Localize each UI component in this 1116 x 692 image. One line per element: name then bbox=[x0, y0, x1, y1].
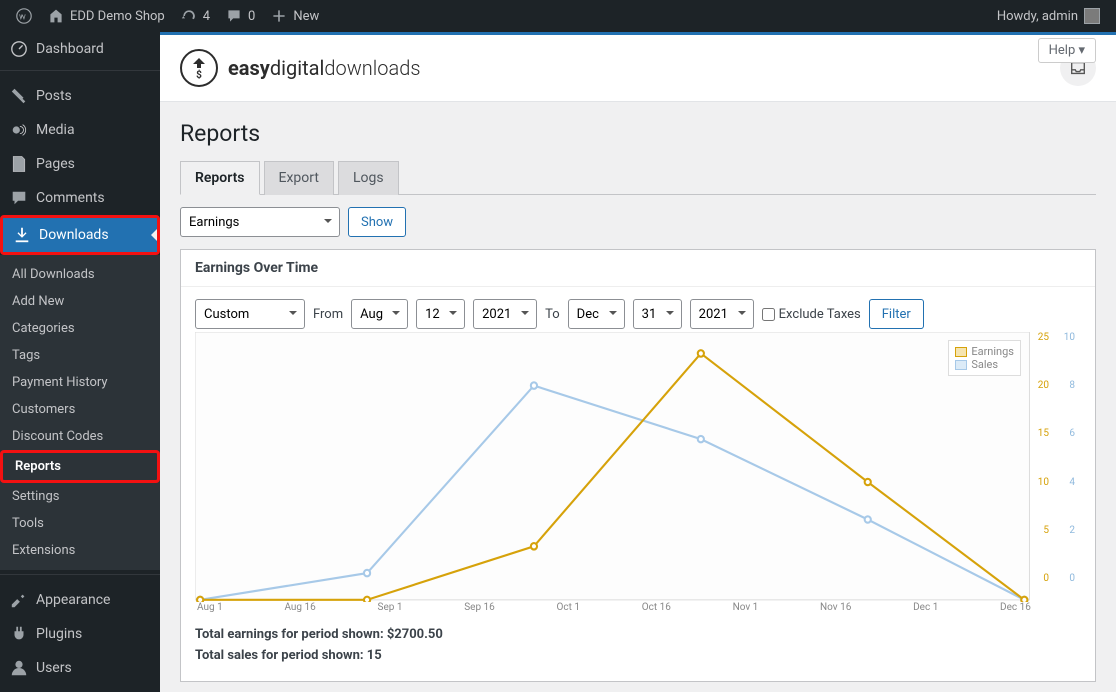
range-select[interactable]: Custom bbox=[195, 299, 305, 329]
y-axis-left: 2520151050 bbox=[1025, 332, 1049, 584]
sidebar-sub-categories[interactable]: Categories bbox=[0, 315, 160, 342]
sidebar-sub-payment[interactable]: Payment History bbox=[0, 369, 160, 396]
avatar-icon bbox=[1084, 8, 1100, 24]
sidebar-sub-settings[interactable]: Settings bbox=[0, 483, 160, 510]
sidebar-item-plugins[interactable]: Plugins bbox=[0, 617, 160, 651]
from-month-select[interactable]: Aug bbox=[351, 299, 408, 329]
plugin-header: $ easydigitaldownloads bbox=[160, 35, 1116, 102]
summary: Total earnings for period shown: $2700.5… bbox=[195, 627, 1081, 663]
tab-export[interactable]: Export bbox=[264, 161, 334, 195]
earnings-panel: Earnings Over Time Custom From Aug 12 20… bbox=[180, 249, 1096, 682]
from-year-select[interactable]: 2021 bbox=[473, 299, 537, 329]
sidebar-sub-customers[interactable]: Customers bbox=[0, 396, 160, 423]
updates[interactable]: 4 bbox=[173, 0, 218, 32]
sidebar-item-tools[interactable]: Tools bbox=[0, 685, 160, 692]
edd-logo-icon: $ bbox=[180, 49, 218, 87]
sidebar-item-pages[interactable]: Pages bbox=[0, 147, 160, 181]
tab-reports[interactable]: Reports bbox=[180, 161, 260, 195]
sidebar-sub-addnew[interactable]: Add New bbox=[0, 288, 160, 315]
tabs: Reports Export Logs bbox=[180, 161, 1096, 195]
to-year-select[interactable]: 2021 bbox=[690, 299, 754, 329]
to-month-select[interactable]: Dec bbox=[568, 299, 625, 329]
sidebar-item-posts[interactable]: Posts bbox=[0, 79, 160, 113]
content-area: Help ▾ $ easydigitaldownloads Reports Re… bbox=[160, 32, 1116, 692]
y-axis-right: 1086420 bbox=[1051, 332, 1075, 584]
from-label: From bbox=[313, 307, 343, 322]
earnings-chart: 2520151050 1086420 bbox=[195, 332, 1081, 602]
sidebar-sub-all[interactable]: All Downloads bbox=[0, 261, 160, 288]
show-button[interactable]: Show bbox=[348, 207, 406, 237]
exclude-taxes-checkbox[interactable]: Exclude Taxes bbox=[762, 307, 861, 322]
sidebar-item-comments[interactable]: Comments bbox=[0, 181, 160, 215]
tab-logs[interactable]: Logs bbox=[338, 161, 399, 195]
downloads-submenu: All Downloads Add New Categories Tags Pa… bbox=[0, 255, 160, 570]
sidebar-item-dashboard[interactable]: Dashboard bbox=[0, 32, 160, 66]
highlight-downloads: Downloads bbox=[0, 215, 160, 255]
sidebar-item-downloads[interactable]: Downloads bbox=[3, 218, 157, 252]
panel-title: Earnings Over Time bbox=[181, 250, 1095, 287]
chart-legend: Earnings Sales bbox=[948, 340, 1021, 376]
admin-sidebar: Dashboard Posts Media Pages Comments Dow… bbox=[0, 32, 160, 692]
x-axis: Aug 1Aug 16Sep 1Sep 16Oct 1Oct 16Nov 1No… bbox=[195, 602, 1081, 613]
edd-logo: $ easydigitaldownloads bbox=[180, 49, 420, 87]
help-button[interactable]: Help ▾ bbox=[1038, 38, 1096, 63]
sidebar-sub-reports[interactable]: Reports bbox=[3, 453, 157, 480]
wp-logo[interactable] bbox=[8, 0, 40, 32]
comments-count[interactable]: 0 bbox=[218, 0, 263, 32]
sidebar-item-appearance[interactable]: Appearance bbox=[0, 583, 160, 617]
to-label: To bbox=[545, 307, 560, 322]
from-day-select[interactable]: 12 bbox=[416, 299, 465, 329]
sidebar-sub-tools[interactable]: Tools bbox=[0, 510, 160, 537]
report-type-select[interactable]: Earnings bbox=[180, 207, 340, 237]
sidebar-sub-discount[interactable]: Discount Codes bbox=[0, 423, 160, 450]
site-name[interactable]: EDD Demo Shop bbox=[40, 0, 173, 32]
highlight-reports: Reports bbox=[0, 450, 160, 483]
admin-bar: EDD Demo Shop 4 0 New Howdy, admin bbox=[0, 0, 1116, 32]
svg-text:$: $ bbox=[196, 68, 202, 80]
page-title: Reports bbox=[180, 120, 1096, 147]
sidebar-sub-tags[interactable]: Tags bbox=[0, 342, 160, 369]
to-day-select[interactable]: 31 bbox=[633, 299, 682, 329]
sidebar-item-users[interactable]: Users bbox=[0, 651, 160, 685]
account-greeting[interactable]: Howdy, admin bbox=[989, 8, 1108, 24]
sidebar-item-media[interactable]: Media bbox=[0, 113, 160, 147]
new-content[interactable]: New bbox=[263, 0, 327, 32]
sidebar-sub-extensions[interactable]: Extensions bbox=[0, 537, 160, 564]
filter-button[interactable]: Filter bbox=[869, 299, 924, 329]
